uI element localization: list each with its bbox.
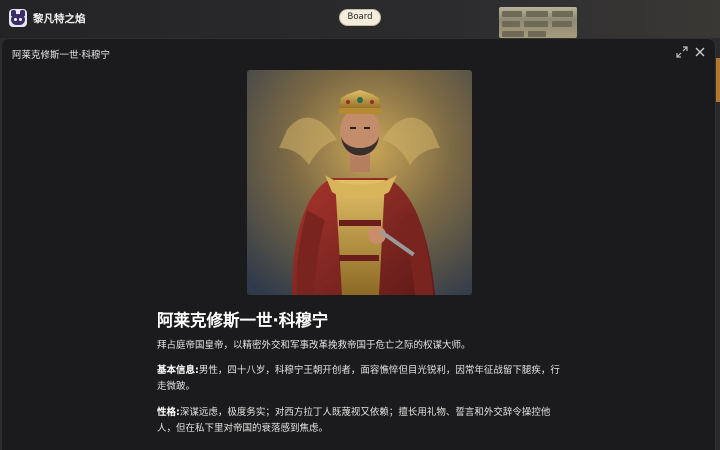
board-thumbnail[interactable] (499, 7, 577, 38)
top-bar: 黎凡特之焰 ⌄ Board (0, 0, 720, 38)
basic-info-paragraph: 基本信息:男性，四十八岁，科穆宁王朝开创者，面容憔悴但目光锐利，因常年征战留下腿… (157, 363, 567, 395)
expand-icon[interactable] (675, 45, 689, 59)
app-logo-icon[interactable] (9, 9, 27, 27)
close-icon[interactable] (693, 45, 707, 59)
personality-label: 性格: (157, 407, 180, 418)
character-name-heading: 阿莱克修斯一世·科穆宁 (157, 311, 329, 330)
chevron-down-icon[interactable]: ⌄ (80, 10, 88, 20)
app-title[interactable]: 黎凡特之焰 (33, 11, 86, 26)
personality-text: 深谋远虑，极度务实；对西方拉丁人既蔑视又依赖；擅长用礼物、誓言和外交辞令操控他人… (157, 407, 551, 434)
personality-paragraph: 性格:深谋远虑，极度务实；对西方拉丁人既蔑视又依赖；擅长用礼物、誓言和外交辞令操… (157, 405, 567, 437)
modal-title: 阿莱克修斯一世·科穆宁 (12, 50, 111, 61)
character-description: 阿莱克修斯一世·科穆宁 拜占庭帝国皇帝，以精密外交和军事改革挽救帝国于危亡之际的… (157, 307, 567, 447)
basic-info-text: 男性，四十八岁，科穆宁王朝开创者，面容憔悴但目光锐利，因常年征战留下腿疾，行走微… (157, 365, 560, 392)
character-portrait (247, 70, 472, 295)
board-button[interactable]: Board (339, 9, 381, 26)
character-modal: 阿莱克修斯一世·科穆宁 阿莱克修斯一世·科穆宁 拜占庭帝国皇帝，以精密外交和军事… (2, 39, 715, 450)
basic-info-label: 基本信息: (157, 365, 199, 376)
character-summary: 拜占庭帝国皇帝，以精密外交和军事改革挽救帝国于危亡之际的权谋大师。 (157, 340, 471, 351)
